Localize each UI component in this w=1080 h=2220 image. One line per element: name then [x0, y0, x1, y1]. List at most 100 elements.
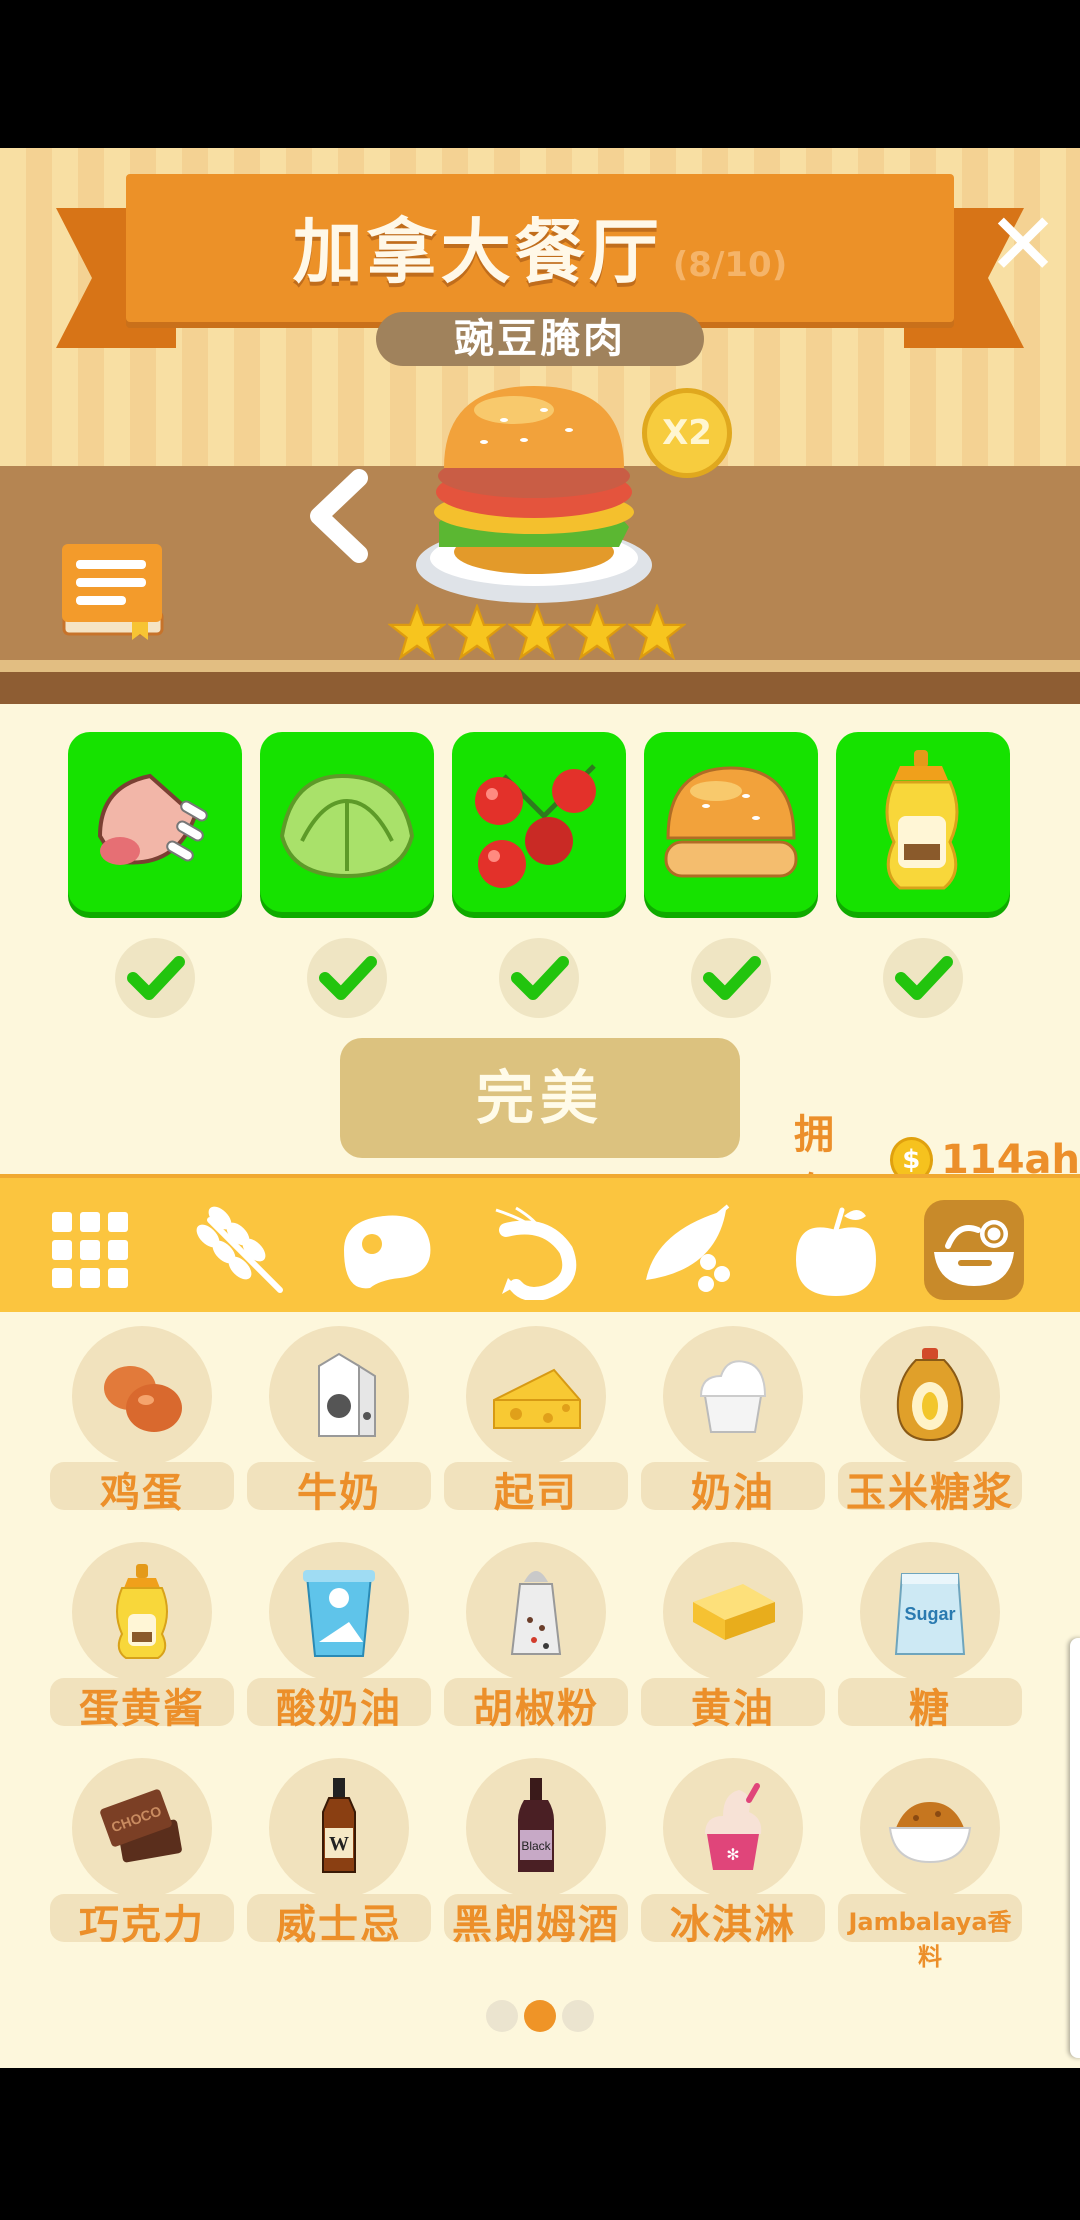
item-chocolate[interactable]: CHOCO 巧克力: [50, 1758, 234, 1950]
check-badge: [115, 938, 195, 1018]
item-dark-rum[interactable]: Black 黑朗姆酒: [444, 1758, 628, 1950]
item-icon-circle: [269, 1326, 409, 1466]
item-icon-circle: [269, 1542, 409, 1682]
item-label: 鸡蛋: [100, 1470, 184, 1516]
item-sugar[interactable]: Sugar 糖: [838, 1542, 1022, 1734]
previous-dish-button[interactable]: [304, 466, 374, 570]
page-dot[interactable]: [486, 2000, 518, 2032]
ingredient-tile-bun[interactable]: [644, 732, 818, 912]
item-label: 黄油: [691, 1686, 775, 1732]
page-dot[interactable]: [562, 2000, 594, 2032]
game-screen: 加拿大餐厅 (8/10) ✕ 豌豆腌肉 X2 完美 拥 $ 114ah 鸡蛋 牛…: [0, 148, 1080, 2068]
ingredient-tile-tomato[interactable]: [452, 732, 626, 912]
checkmark-icon: [703, 956, 761, 1000]
item-label: 起司: [494, 1470, 578, 1516]
perfect-button[interactable]: 完美: [340, 1038, 740, 1158]
mustard-bottle-icon: [885, 750, 959, 890]
item-icon-circle: [663, 1326, 803, 1466]
page-dot[interactable]: [524, 2000, 556, 2032]
item-icon-circle: Black: [466, 1758, 606, 1898]
item-label: 巧克力: [79, 1902, 205, 1948]
spice-bowl-icon: [888, 1802, 972, 1864]
item-mayonnaise[interactable]: 蛋黄酱: [50, 1542, 234, 1734]
cheese-icon: [493, 1368, 581, 1429]
item-label: 黑朗姆酒: [452, 1902, 620, 1948]
check-slot: [836, 938, 1010, 1018]
category-grains[interactable]: [190, 1200, 290, 1300]
close-button[interactable]: ✕: [985, 202, 1061, 288]
item-whiskey[interactable]: W 威士忌: [247, 1758, 431, 1950]
rum-bottle-icon: Black: [518, 1778, 554, 1872]
star-icon: [388, 604, 446, 661]
item-butter[interactable]: 黄油: [641, 1542, 825, 1734]
book-icon: [62, 544, 164, 640]
checkmark-icon: [895, 956, 953, 1000]
category-vegetables[interactable]: [636, 1200, 736, 1300]
item-label: 牛奶: [297, 1470, 381, 1516]
item-icon-circle: W: [269, 1758, 409, 1898]
side-panel-handle[interactable]: [1070, 1638, 1080, 2058]
star-rating: [388, 604, 686, 662]
category-meat[interactable]: [336, 1200, 436, 1300]
item-label: 糖: [909, 1686, 951, 1732]
check-slot: [68, 938, 242, 1018]
tomato-icon: [475, 764, 596, 888]
ingredient-tile-mustard[interactable]: [836, 732, 1010, 912]
checkmark-icon: [511, 956, 569, 1000]
check-slot: [644, 938, 818, 1018]
item-label: 酸奶油: [276, 1686, 402, 1732]
milk-carton-icon: [318, 1352, 376, 1437]
shrimp-icon: [495, 1206, 577, 1301]
whiskey-icon: W: [322, 1778, 356, 1873]
item-corn-syrup[interactable]: 玉米糖浆: [838, 1326, 1022, 1518]
ingredient-checks: [68, 938, 1010, 1018]
item-ice-cream[interactable]: ✻ 冰淇淋: [641, 1758, 825, 1950]
category-seafood[interactable]: [486, 1200, 586, 1301]
mayonnaise-icon: [116, 1564, 168, 1659]
item-jambalaya-spice[interactable]: Jambalaya香料: [838, 1758, 1022, 1971]
check-badge: [307, 938, 387, 1018]
item-cheese[interactable]: 起司: [444, 1326, 628, 1518]
dish-name: 豌豆腌肉: [376, 312, 704, 366]
item-icon-circle: Sugar: [860, 1542, 1000, 1682]
check-badge: [691, 938, 771, 1018]
sour-cream-icon: [303, 1570, 375, 1657]
ingredient-tile-lettuce[interactable]: [260, 732, 434, 912]
recipe-book-button[interactable]: [60, 542, 170, 646]
star-icon: [508, 604, 566, 661]
item-icon-circle: [72, 1542, 212, 1682]
all-grid-icon: [52, 1212, 128, 1288]
item-label: 蛋黄酱: [79, 1686, 205, 1732]
svg-text:✻: ✻: [726, 1845, 739, 1864]
ingredient-tile-pork[interactable]: [68, 732, 242, 912]
category-condiments[interactable]: [924, 1200, 1024, 1300]
item-label: Jambalaya香料: [848, 1908, 1012, 1971]
wheat-icon: [196, 1206, 283, 1293]
item-icon-circle: [663, 1542, 803, 1682]
shelf-bottom: [0, 672, 1080, 704]
item-pepper[interactable]: 胡椒粉: [444, 1542, 628, 1734]
status-bar-area: [0, 0, 1080, 148]
reward-multiplier-badge: X2: [642, 388, 732, 478]
butter-icon: [693, 1584, 775, 1640]
item-icon-circle: ✻: [663, 1758, 803, 1898]
item-icon-circle: [72, 1326, 212, 1466]
check-slot: [260, 938, 434, 1018]
check-badge: [883, 938, 963, 1018]
item-cream[interactable]: 奶油: [641, 1326, 825, 1518]
item-eggs[interactable]: 鸡蛋: [50, 1326, 234, 1518]
burger-icon: [416, 386, 652, 603]
item-icon-circle: [860, 1326, 1000, 1466]
whiskey-text: W: [329, 1833, 349, 1855]
item-milk[interactable]: 牛奶: [247, 1326, 431, 1518]
item-sour-cream[interactable]: 酸奶油: [247, 1542, 431, 1734]
restaurant-title: 加拿大餐厅 (8/10): [126, 196, 954, 297]
lettuce-icon: [279, 773, 415, 879]
checkmark-icon: [127, 956, 185, 1000]
category-all[interactable]: [40, 1200, 140, 1300]
item-icon-circle: CHOCO: [72, 1758, 212, 1898]
apple-icon: [796, 1207, 876, 1296]
rum-bottle-text: Black: [521, 1839, 551, 1853]
steak-icon: [344, 1215, 431, 1289]
category-fruit[interactable]: [786, 1200, 886, 1300]
